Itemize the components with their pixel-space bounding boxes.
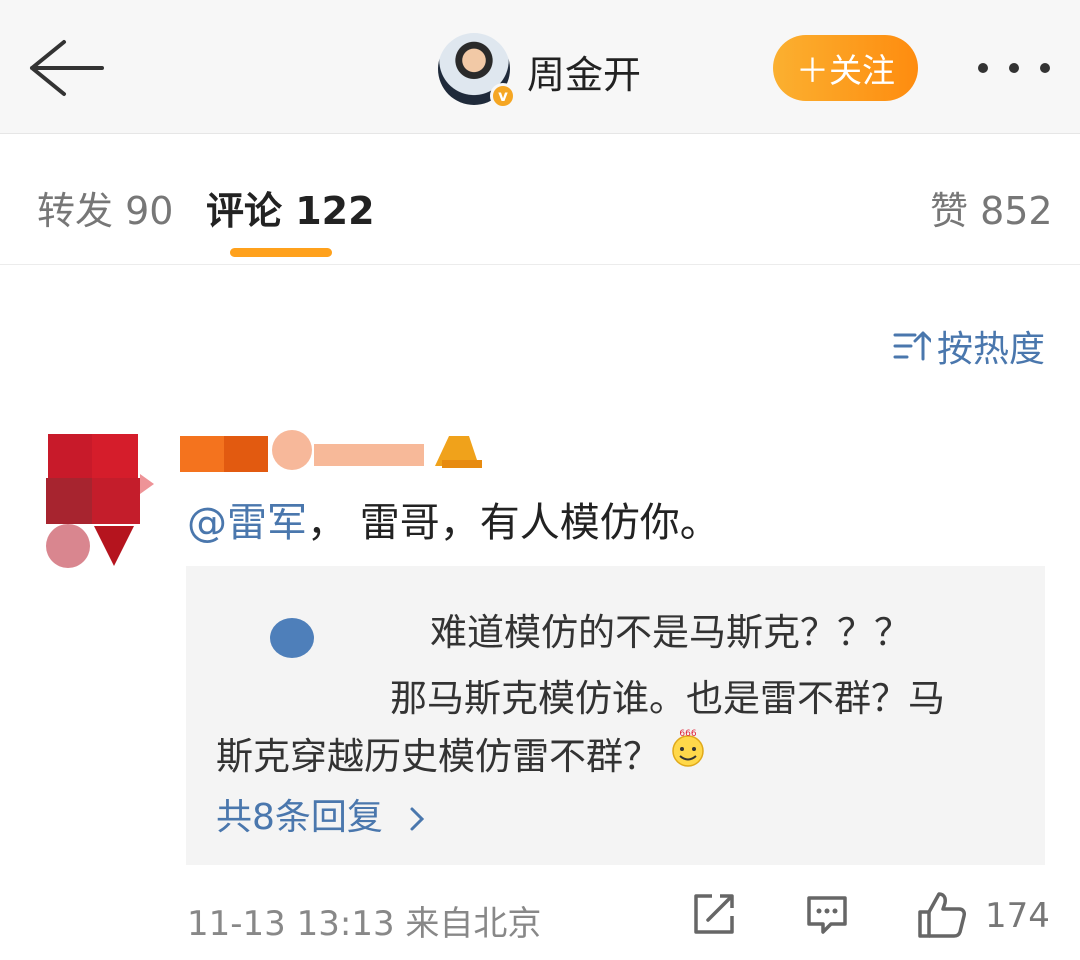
like-count: 174 [985,896,1050,936]
profile-username[interactable]: 周金开 [527,44,641,99]
comment-text: @雷军， 雷哥，有人模仿你。 [187,490,720,548]
reply-avatar [270,618,314,658]
sort-by-hot-button[interactable]: 按热度 [893,321,1045,371]
comment-meta: 11-13 13:13 来自北京 [187,904,542,944]
reply-1-text: 难道模仿的不是马斯克？？？ [430,611,911,654]
tab-comments[interactable]: 评论 122 [206,180,375,235]
repost-icon[interactable] [690,890,738,942]
reply-2-continued: 斯克穿越历史模仿雷不群？ 666 [216,726,706,783]
active-tab-indicator [230,248,332,257]
commenter-name[interactable] [180,430,500,474]
tab-bar: 转发 90 评论 122 赞 852 [0,134,1080,265]
back-arrow-icon[interactable] [26,36,106,100]
svg-text:666: 666 [679,729,696,739]
sort-icon [893,331,931,361]
tab-likes[interactable]: 赞 852 [930,180,1053,235]
commenter-avatar[interactable] [44,434,158,570]
emoji-666-icon: 666 [670,728,706,777]
reply-2-text: 那马斯克模仿谁。也是雷不群？马 [390,677,945,720]
comment-body: ， 雷哥，有人模仿你。 [307,500,720,546]
follow-button[interactable]: ＋关注 [773,35,918,101]
reply-comment-icon[interactable] [803,890,851,942]
more-options-icon[interactable] [972,48,1056,88]
verified-badge: v [490,83,516,109]
chevron-right-icon [410,807,425,831]
sort-label: 按热度 [937,329,1046,370]
mention-link[interactable]: @雷军 [187,500,307,546]
view-all-replies-link[interactable]: 共8条回复 [216,788,432,840]
profile-avatar[interactable]: v [438,33,516,109]
replies-preview[interactable]: 难道模仿的不是马斯克？？？ 那马斯克模仿谁。也是雷不群？马 斯克穿越历史模仿雷不… [186,566,1045,865]
top-bar: v 周金开 ＋关注 [0,0,1080,134]
tab-reposts[interactable]: 转发 90 [37,180,173,235]
like-thumb-icon[interactable] [916,890,968,944]
